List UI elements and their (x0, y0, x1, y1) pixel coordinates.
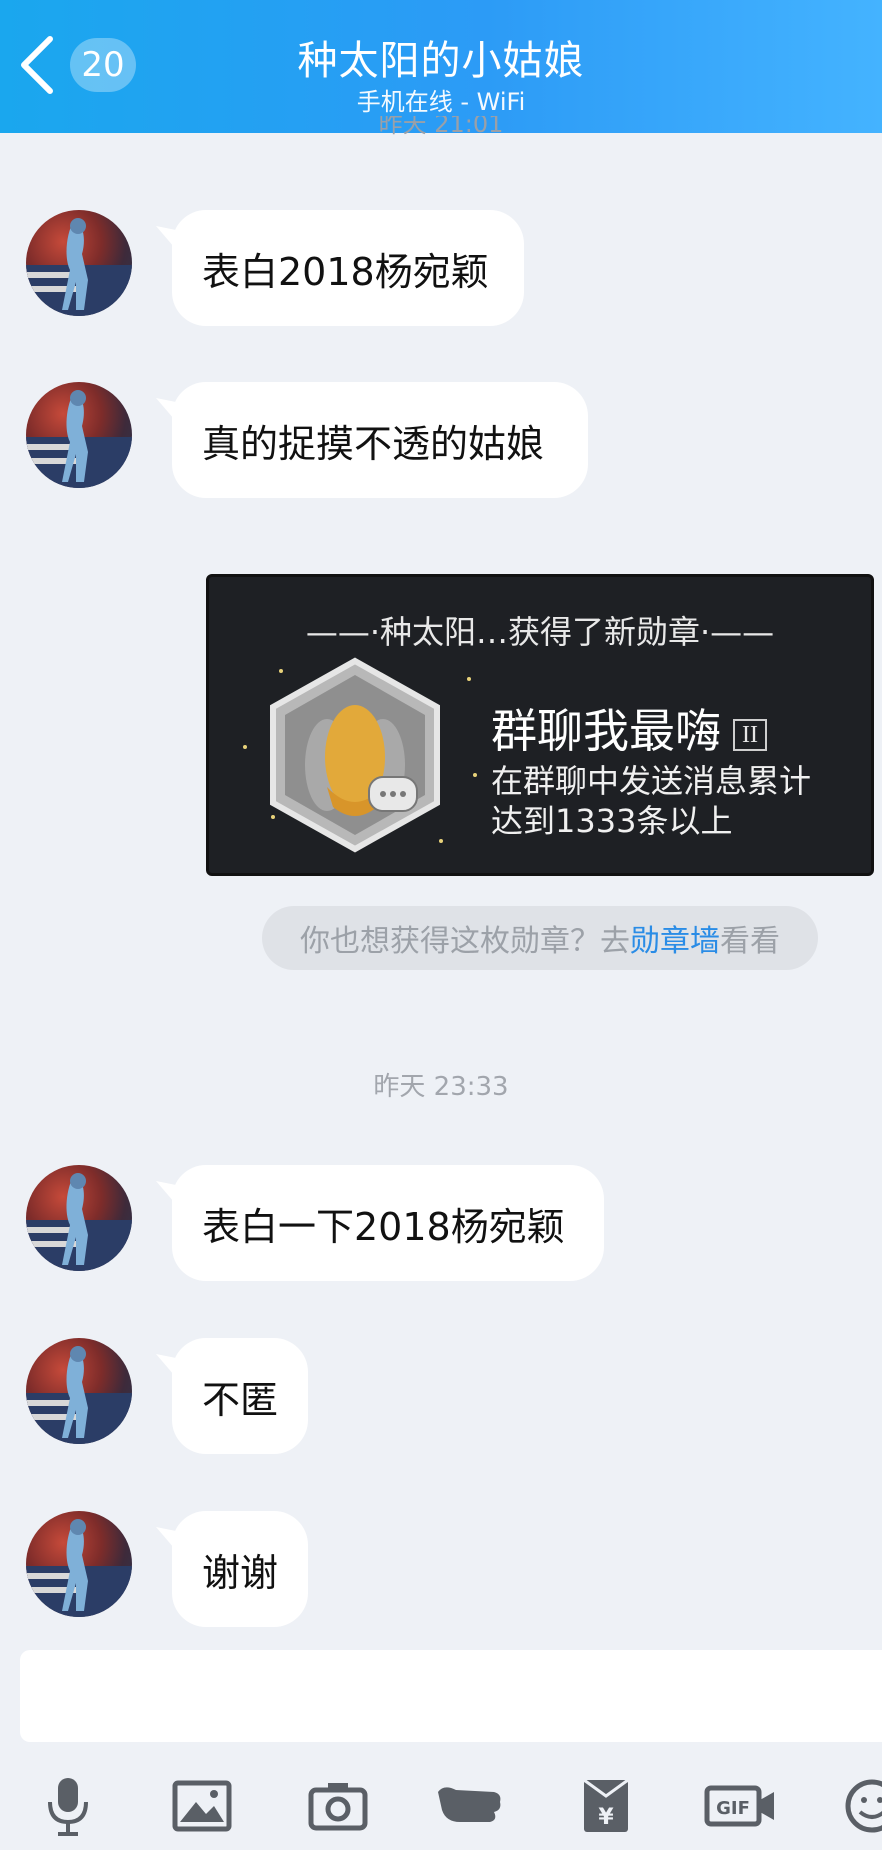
gif-button[interactable]: GIF (704, 1770, 776, 1842)
emoji-button[interactable] (836, 1770, 882, 1842)
emoji-icon (845, 1779, 882, 1833)
avatar[interactable] (26, 1165, 132, 1271)
message-bubble[interactable]: 表白一下2018杨宛颖 (172, 1165, 604, 1281)
timestamp-divider: 昨天 21:01 (378, 116, 504, 138)
medal-card[interactable]: ——·种太阳…获得了新勋章·—— 群聊我最嗨 II 在群聊中发送消息累计 达到13… (206, 574, 874, 876)
avatar-image (26, 218, 132, 316)
medal-description: 在群聊中发送消息累计 达到1333条以上 (491, 762, 812, 840)
avatar[interactable] (26, 210, 132, 316)
image-button[interactable] (166, 1770, 238, 1842)
camera-button[interactable] (302, 1770, 374, 1842)
online-status: 手机在线 - WiFi (356, 88, 526, 116)
gif-icon: GIF (704, 1785, 774, 1827)
avatar[interactable] (26, 1511, 132, 1617)
avatar[interactable] (26, 382, 132, 488)
poke-icon (438, 1787, 501, 1822)
medal-level-badge: II (733, 718, 767, 751)
message-bubble[interactable]: 不匿 (172, 1338, 308, 1454)
sparkle (473, 773, 477, 777)
medal-badge-icon (270, 657, 440, 853)
mic-button[interactable] (32, 1770, 104, 1842)
message-bubble[interactable]: 真的捉摸不透的姑娘 (172, 382, 588, 498)
medal-tip: 你也想获得这枚勋章？去 勋章墙 看看 (262, 906, 818, 970)
red-packet-button[interactable]: ¥ (570, 1770, 642, 1842)
medal-name: 群聊我最嗨 II (491, 695, 767, 761)
svg-text:¥: ¥ (598, 1805, 614, 1830)
message-bubble[interactable]: 表白2018杨宛颖 (172, 210, 524, 326)
avatar[interactable] (26, 1338, 132, 1444)
medal-wall-link[interactable]: 勋章墙 (630, 916, 720, 960)
avatar-image (26, 1173, 132, 1271)
camera-icon (308, 1783, 368, 1831)
avatar-image (26, 1346, 132, 1444)
medal-header: ——·种太阳…获得了新勋章·—— (305, 613, 775, 651)
avatar-image (26, 390, 132, 488)
sparkle (243, 745, 247, 749)
chat-title[interactable]: 种太阳的小姑娘 (0, 28, 882, 86)
chat-header: 20 种太阳的小姑娘 手机在线 - WiFi (0, 0, 882, 133)
sparkle (467, 677, 471, 681)
message-bubble[interactable]: 谢谢 (172, 1511, 308, 1627)
mic-icon (48, 1778, 88, 1836)
input-toolbar: ¥ GIF (0, 1770, 882, 1850)
svg-text:GIF: GIF (716, 1798, 750, 1819)
avatar-image (26, 1519, 132, 1617)
poke-button[interactable] (434, 1770, 506, 1842)
timestamp-divider: 昨天 23:33 (373, 1072, 509, 1102)
message-input[interactable] (20, 1650, 882, 1742)
image-icon (172, 1780, 232, 1832)
red-packet-icon: ¥ (583, 1778, 629, 1832)
